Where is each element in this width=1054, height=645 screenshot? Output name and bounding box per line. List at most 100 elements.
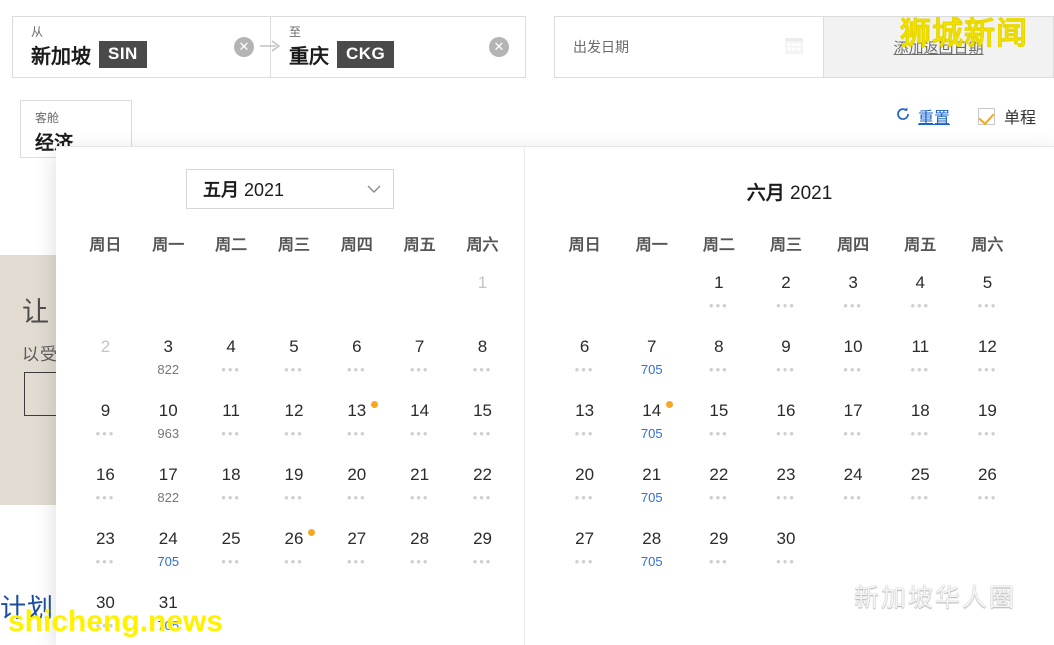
- calendar-day-cell[interactable]: 3•••: [820, 269, 887, 333]
- calendar-day-cell[interactable]: 7•••: [388, 333, 451, 397]
- calendar-day-cell[interactable]: 18•••: [200, 461, 263, 525]
- price-unavailable: •••: [263, 427, 326, 441]
- one-way-label: 单程: [1004, 104, 1036, 128]
- departure-date-placeholder: 出发日期: [555, 37, 783, 57]
- day-number: 23: [96, 529, 115, 549]
- reset-button[interactable]: 重置: [895, 104, 950, 128]
- calendar-day-cell[interactable]: 23•••: [752, 461, 819, 525]
- calendar-day-cell[interactable]: 17822: [137, 461, 200, 525]
- calendar-day-cell[interactable]: 7705: [618, 333, 685, 397]
- calendar-day-cell[interactable]: 26•••: [954, 461, 1021, 525]
- day-number: 3: [164, 337, 173, 357]
- departure-date-field[interactable]: 出发日期: [554, 16, 824, 78]
- close-circle-icon[interactable]: ✕: [489, 37, 509, 57]
- destination-field[interactable]: 至 重庆 CKG ✕: [270, 16, 526, 78]
- calendar-day-cell[interactable]: 14 •••: [388, 397, 451, 461]
- calendar-day-cell[interactable]: 18•••: [887, 397, 954, 461]
- day-number: 12: [284, 401, 303, 421]
- calendar-day-cell[interactable]: 4•••: [887, 269, 954, 333]
- calendar-day-cell[interactable]: 12 •••: [263, 397, 326, 461]
- origin-field[interactable]: 从 新加坡 SIN ✕: [12, 16, 270, 78]
- calendar-day-cell[interactable]: 26•••: [263, 525, 326, 589]
- calendar-day-cell[interactable]: 23•••: [74, 525, 137, 589]
- price-unavailable: •••: [325, 427, 388, 441]
- calendar-day-cell[interactable]: 3822: [137, 333, 200, 397]
- calendar-day-cell[interactable]: 13•••: [551, 397, 618, 461]
- month-select-dropdown[interactable]: 五月 2021: [186, 169, 394, 209]
- cabin-class-label: 客舱: [35, 109, 131, 126]
- calendar-day-cell[interactable]: 14705: [618, 397, 685, 461]
- calendar-day-cell[interactable]: 27•••: [551, 525, 618, 589]
- calendar-day-cell[interactable]: 16•••: [752, 397, 819, 461]
- day-number: 3: [848, 273, 857, 293]
- calendar-day-cell[interactable]: 28•••: [388, 525, 451, 589]
- calendar-day-cell[interactable]: 11•••: [200, 397, 263, 461]
- day-number: 26: [284, 529, 303, 549]
- price-unavailable: •••: [887, 427, 954, 441]
- one-way-toggle[interactable]: 单程: [978, 104, 1036, 128]
- calendar-day-cell[interactable]: 8•••: [451, 333, 514, 397]
- calendar-day-cell[interactable]: 5•••: [263, 333, 326, 397]
- check-icon[interactable]: [978, 108, 995, 125]
- calendar-day-cell[interactable]: 22•••: [685, 461, 752, 525]
- day-number: 24: [844, 465, 863, 485]
- price-unavailable: •••: [325, 363, 388, 377]
- calendar-day-cell[interactable]: 9•••: [752, 333, 819, 397]
- calendar-day-cell[interactable]: 20•••: [325, 461, 388, 525]
- day-number: 28: [410, 529, 429, 549]
- calendar-day-cell[interactable]: 4•••: [200, 333, 263, 397]
- calendar-day-cell[interactable]: 28705: [618, 525, 685, 589]
- calendar-day-cell[interactable]: 10963: [137, 397, 200, 461]
- day-number: 15: [709, 401, 728, 421]
- destination-field-inner: 至 重庆 CKG: [271, 25, 489, 69]
- calendar-day-cell[interactable]: 25•••: [200, 525, 263, 589]
- price-unavailable: •••: [388, 363, 451, 377]
- calendar-day-cell[interactable]: 9•••: [74, 397, 137, 461]
- close-circle-icon[interactable]: ✕: [234, 37, 254, 57]
- calendar-day-cell[interactable]: 1•••: [685, 269, 752, 333]
- calendar-day-cell[interactable]: 25•••: [887, 461, 954, 525]
- calendar-day-cell[interactable]: 19•••: [954, 397, 1021, 461]
- calendar-day-cell[interactable]: 10•••: [820, 333, 887, 397]
- price-value: 705: [618, 491, 685, 505]
- day-number: 14: [642, 401, 661, 421]
- price-value: 705: [137, 555, 200, 569]
- calendar-day-cell[interactable]: 13 •••: [325, 397, 388, 461]
- calendar-day-cell[interactable]: 19•••: [263, 461, 326, 525]
- day-number: 14: [410, 401, 429, 421]
- calendar-day-cell[interactable]: 21•••: [388, 461, 451, 525]
- calendar-day-cell[interactable]: 27•••: [325, 525, 388, 589]
- calendar-week-row: 6•••77058•••9•••10•••11•••12•••: [551, 333, 1021, 397]
- calendar-week-row: 1: [74, 269, 514, 333]
- search-options-toolbar: 重置 单程: [895, 104, 1036, 128]
- calendar-cell-empty: [551, 269, 618, 333]
- calendar-day-cell[interactable]: 29•••: [685, 525, 752, 589]
- calendar-day-cell[interactable]: 15•••: [685, 397, 752, 461]
- watermark-bottom-left: shicheng.news: [8, 605, 223, 639]
- calendar-day-cell[interactable]: 24•••: [820, 461, 887, 525]
- holiday-dot-icon: [666, 401, 673, 408]
- calendar-cell-empty: [388, 589, 451, 645]
- price-unavailable: •••: [388, 427, 451, 441]
- calendar-day-cell[interactable]: 6•••: [551, 333, 618, 397]
- price-unavailable: •••: [752, 299, 819, 313]
- calendar-day-cell[interactable]: 16•••: [74, 461, 137, 525]
- calendar-day-cell[interactable]: 17•••: [820, 397, 887, 461]
- calendar-day-cell[interactable]: 15•••: [451, 397, 514, 461]
- calendar-day-cell[interactable]: 8•••: [685, 333, 752, 397]
- calendar-day-cell[interactable]: 5•••: [954, 269, 1021, 333]
- price-unavailable: •••: [551, 491, 618, 505]
- calendar-day-cell[interactable]: 22•••: [451, 461, 514, 525]
- destination-label: 至: [289, 25, 489, 39]
- calendar-day-cell[interactable]: 20•••: [551, 461, 618, 525]
- calendar-day-cell[interactable]: 2•••: [752, 269, 819, 333]
- calendar-day-cell[interactable]: 21705: [618, 461, 685, 525]
- price-unavailable: •••: [820, 427, 887, 441]
- day-number: 13: [347, 401, 366, 421]
- calendar-day-cell[interactable]: 24705: [137, 525, 200, 589]
- calendar-day-cell[interactable]: 6•••: [325, 333, 388, 397]
- calendar-day-cell[interactable]: 11•••: [887, 333, 954, 397]
- calendar-day-cell[interactable]: 29•••: [451, 525, 514, 589]
- calendar-day-cell[interactable]: 12•••: [954, 333, 1021, 397]
- weekday-label: 周二: [200, 231, 263, 269]
